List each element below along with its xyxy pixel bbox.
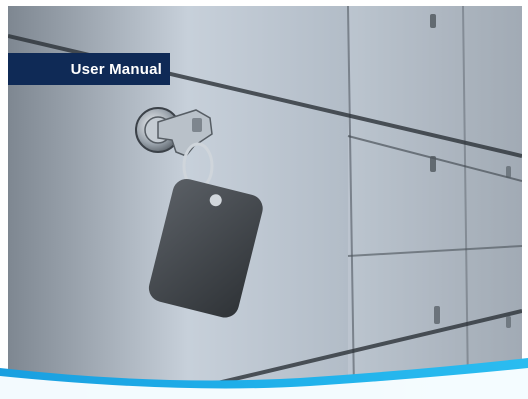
title-banner: User Manual <box>8 53 170 85</box>
manual-cover: User Manual <box>0 0 528 399</box>
blue-swoosh-decoration <box>0 350 528 399</box>
page-title: User Manual <box>70 60 162 78</box>
